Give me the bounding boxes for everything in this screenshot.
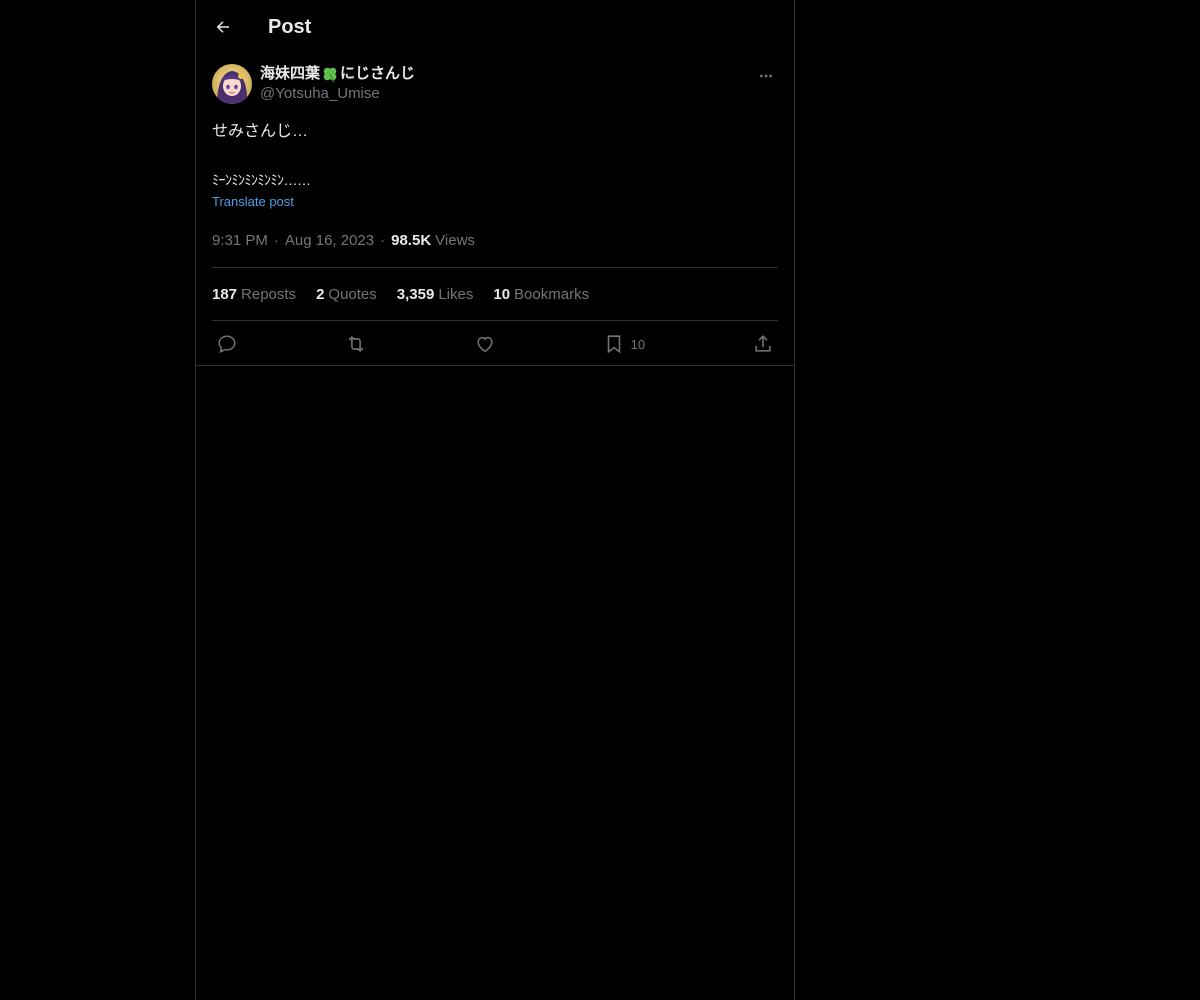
separator-dot: · <box>380 231 386 249</box>
reposts-stat[interactable]: 187 Reposts <box>212 286 296 303</box>
post-stats: 187 Reposts 2 Quotes 3,359 Likes 10 Bookmark… <box>212 268 778 321</box>
post-text: せみさんじ… ﾐｰﾝﾐﾝﾐﾝﾐﾝﾐﾝ…… <box>212 120 778 192</box>
separator-dot: · <box>273 231 279 249</box>
views-label: Views <box>435 231 475 249</box>
like-button[interactable] <box>474 333 496 355</box>
post-text-blank-line <box>212 144 778 168</box>
repost-button[interactable] <box>345 333 367 355</box>
views-count: 98.5K <box>391 231 432 249</box>
heart-icon <box>477 336 493 353</box>
bookmarks-stat[interactable]: 10 Bookmarks <box>493 286 589 303</box>
arrow-left-icon <box>216 21 229 33</box>
post-text-line-2: ﾐｰﾝﾐﾝﾐﾝﾐﾝﾐﾝ…… <box>212 172 311 188</box>
post-text-line-1: せみさんじ… <box>212 123 309 140</box>
main-column: Post 海妹四葉 にじさんじ @Yotsuha_Umise せみさんじ… ﾐｰ… <box>195 0 795 1000</box>
four-leaf-clover-icon <box>323 67 337 83</box>
reply-icon <box>218 335 236 354</box>
post-metadata: 9:31 PM · Aug 16, 2023 · 98.5K Views <box>212 229 778 268</box>
share-button[interactable] <box>752 333 774 355</box>
repost-icon <box>348 336 364 352</box>
bookmarks-count: 10 <box>493 285 511 303</box>
post-bottom-divider <box>196 365 794 366</box>
reposts-count: 187 <box>212 285 238 303</box>
author-info: 海妹四葉 にじさんじ @Yotsuha_Umise <box>260 64 415 104</box>
author-display-name[interactable]: 海妹四葉 にじさんじ <box>260 64 415 84</box>
reposts-label: Reposts <box>241 285 297 303</box>
likes-label: Likes <box>438 285 474 303</box>
bookmarks-label: Bookmarks <box>514 285 590 303</box>
bookmark-count: 10 <box>630 336 646 352</box>
avatar-image <box>212 64 252 104</box>
bookmark-icon <box>607 335 620 354</box>
share-icon <box>755 335 771 352</box>
author-row: 海妹四葉 にじさんじ @Yotsuha_Umise <box>212 64 778 106</box>
translate-post-link[interactable]: Translate post <box>212 194 294 209</box>
quotes-stat[interactable]: 2 Quotes <box>316 286 377 303</box>
author-handle[interactable]: @Yotsuha_Umise <box>260 84 415 104</box>
avatar[interactable] <box>212 64 252 104</box>
likes-stat[interactable]: 3,359 Likes <box>397 286 474 303</box>
post-date[interactable]: Aug 16, 2023 <box>285 232 374 249</box>
post-actions: 10 <box>212 321 778 367</box>
quotes-label: Quotes <box>328 285 377 303</box>
page-header: Post <box>196 0 794 54</box>
bookmark-button[interactable]: 10 <box>603 333 645 355</box>
back-button[interactable] <box>212 16 234 38</box>
page-title: Post <box>268 15 312 38</box>
more-horizontal-icon <box>760 74 772 78</box>
post-time[interactable]: 9:31 PM <box>212 232 268 249</box>
more-options-button[interactable] <box>756 66 776 86</box>
quotes-count: 2 <box>316 285 325 303</box>
post-detail: 海妹四葉 にじさんじ @Yotsuha_Umise せみさんじ… ﾐｰﾝﾐﾝﾐﾝ… <box>196 64 794 367</box>
author-name-part2: にじさんじ <box>340 65 416 82</box>
author-name-part1: 海妹四葉 <box>260 65 321 82</box>
likes-count: 3,359 <box>396 285 435 303</box>
reply-button[interactable] <box>216 333 238 355</box>
